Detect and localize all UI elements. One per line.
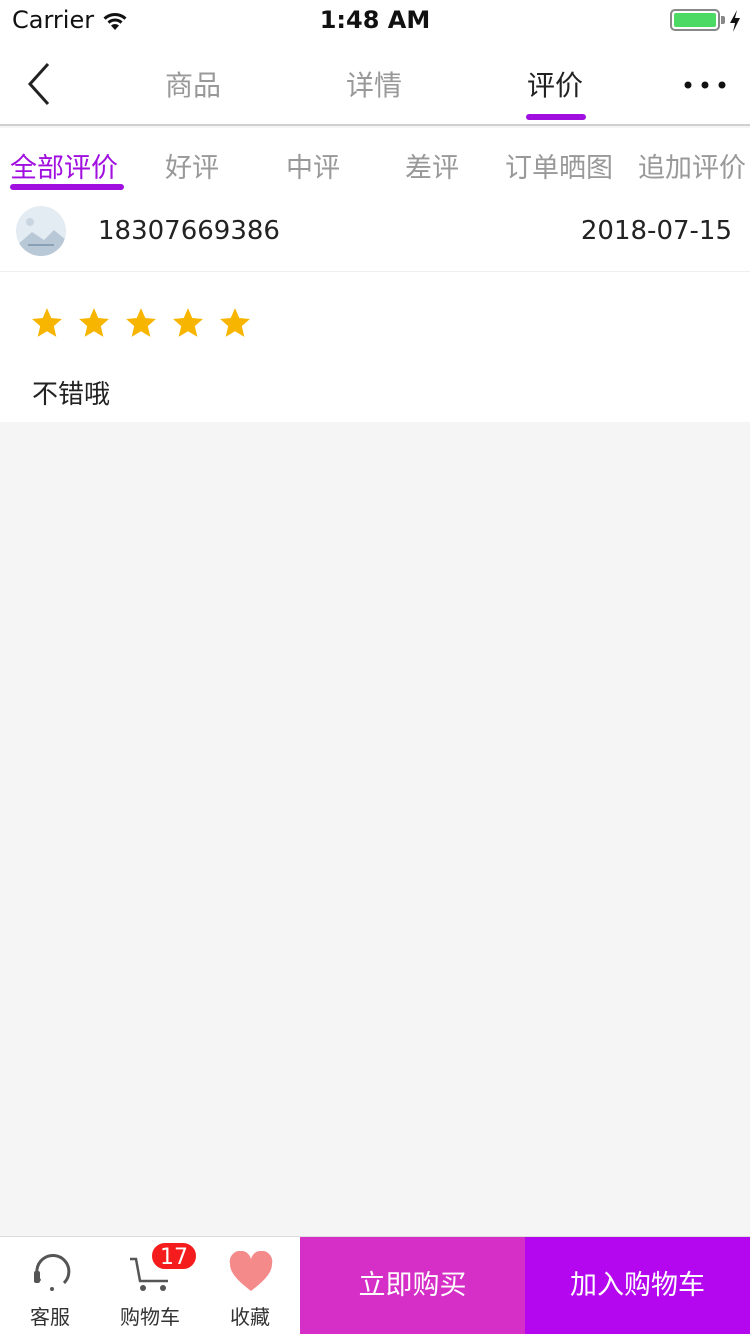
filter-all-reviews[interactable]: 全部评价 — [10, 146, 118, 185]
filter-bad[interactable]: 差评 — [405, 146, 459, 185]
star-icon — [173, 308, 203, 337]
filter-neutral[interactable]: 中评 — [286, 146, 340, 185]
battery-fill — [674, 13, 716, 27]
headset-icon — [34, 1254, 71, 1291]
review-text: 不错哦 — [32, 380, 111, 410]
add-to-cart-button[interactable]: 加入购物车 — [525, 1237, 750, 1334]
review-filter-bar: 全部评价 好评 中评 差评 订单晒图 追加评价 — [0, 128, 750, 198]
nav-bar: 商品 详情 评价 — [0, 40, 750, 126]
tab-reviews[interactable]: 评价 — [495, 64, 615, 104]
buy-now-button[interactable]: 立即购买 — [300, 1237, 525, 1334]
customer-service-label: 客服 — [30, 1305, 70, 1329]
back-icon[interactable] — [20, 60, 60, 108]
filter-active-indicator — [10, 184, 124, 190]
status-bar: Carrier 1:48 AM — [0, 0, 750, 40]
image-placeholder-icon — [16, 206, 66, 256]
star-rating — [30, 306, 265, 340]
cart-label: 购物车 — [120, 1305, 180, 1329]
tab-details[interactable]: 详情 — [314, 64, 434, 104]
review-username: 18307669386 — [98, 216, 280, 246]
avatar — [16, 206, 66, 256]
filter-follow-up[interactable]: 追加评价 — [638, 146, 746, 185]
star-icon — [126, 308, 156, 337]
more-horizontal-icon[interactable] — [680, 80, 730, 90]
filter-with-photos[interactable]: 订单晒图 — [505, 146, 613, 185]
tab-product[interactable]: 商品 — [133, 64, 253, 104]
review-header: 18307669386 2018-07-15 — [0, 198, 750, 272]
star-icon — [220, 308, 250, 337]
review-body: 不错哦 — [0, 272, 750, 422]
clock: 1:48 AM — [319, 6, 431, 34]
favorite-button[interactable]: 收藏 — [200, 1237, 300, 1334]
favorite-label: 收藏 — [230, 1305, 270, 1329]
customer-service-button[interactable]: 客服 — [0, 1237, 100, 1334]
battery-icon — [670, 9, 720, 31]
bottom-action-bar: 客服 购物车 17 收藏 立即购买 加入购物车 — [0, 1236, 750, 1334]
star-icon — [79, 308, 109, 337]
star-icon — [32, 308, 62, 337]
tab-active-indicator — [526, 114, 586, 120]
charging-bolt-icon — [730, 10, 740, 32]
review-date: 2018-07-15 — [580, 216, 732, 246]
cart-count-badge: 17 — [150, 1241, 198, 1271]
filter-good[interactable]: 好评 — [165, 146, 219, 185]
heart-icon — [229, 1251, 273, 1291]
battery-cap — [721, 16, 725, 24]
